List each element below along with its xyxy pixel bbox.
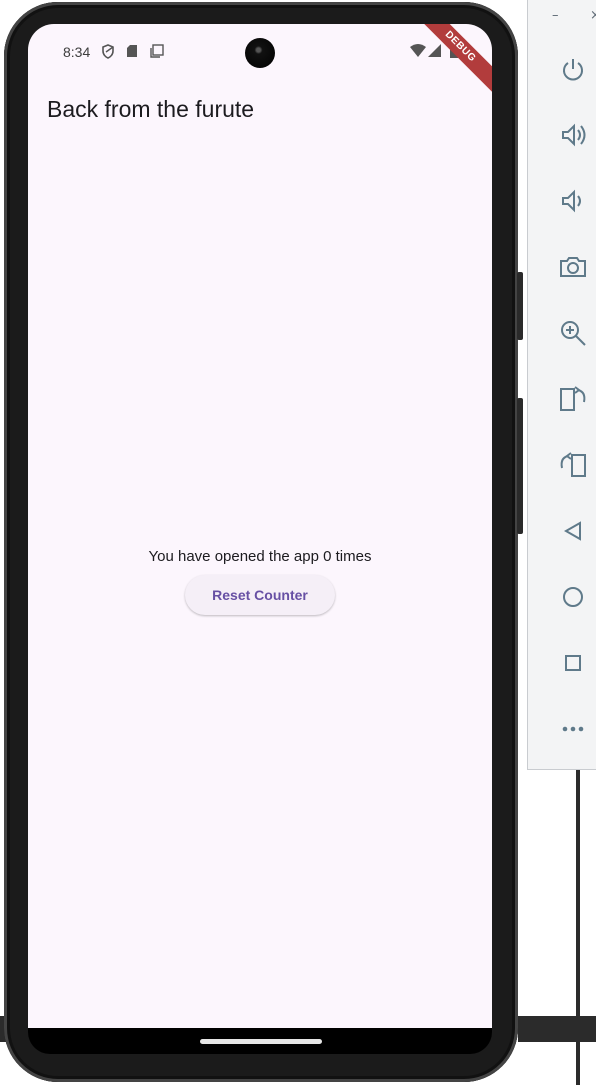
- front-camera: [245, 38, 275, 68]
- rotate-right-icon[interactable]: [555, 447, 591, 483]
- camera-icon[interactable]: [555, 249, 591, 285]
- device-screen: 8:34 DEBUG Back from the furute You have…: [28, 24, 492, 1028]
- overview-icon[interactable]: [555, 645, 591, 681]
- host-window-edge-right-bar: [576, 770, 580, 1085]
- app-bar-title: Back from the furute: [47, 96, 255, 122]
- reset-counter-button[interactable]: Reset Counter: [185, 575, 335, 615]
- close-button[interactable]: ×: [590, 8, 596, 23]
- volume-key[interactable]: [517, 398, 523, 534]
- counter-text: You have opened the app 0 times: [148, 548, 372, 565]
- volume-up-icon[interactable]: [555, 117, 591, 153]
- sd-card-icon: [126, 44, 138, 63]
- power-icon[interactable]: [555, 52, 591, 88]
- volume-down-icon[interactable]: [555, 183, 591, 219]
- home-gesture-handle[interactable]: [200, 1039, 322, 1044]
- back-icon[interactable]: [555, 513, 591, 549]
- status-time: 8:34: [63, 44, 91, 60]
- power-key[interactable]: [517, 272, 523, 340]
- gesture-nav-bar: [28, 1028, 492, 1054]
- zoom-icon[interactable]: [555, 315, 591, 351]
- shield-icon: [101, 44, 115, 64]
- wifi-icon: [410, 44, 426, 62]
- host-window-edge-right: [518, 1016, 596, 1042]
- signal-icon: [428, 44, 441, 62]
- minimize-button[interactable]: –: [552, 8, 559, 23]
- toolbar-window-controls: – ×: [528, 8, 596, 30]
- more-icon[interactable]: [555, 711, 591, 747]
- screenshot-icon: [149, 44, 164, 64]
- counter-section: You have opened the app 0 times Reset Co…: [28, 548, 492, 615]
- rotate-left-icon[interactable]: [555, 381, 591, 417]
- emulator-toolbar: – ×: [527, 0, 596, 770]
- home-icon[interactable]: [555, 579, 591, 615]
